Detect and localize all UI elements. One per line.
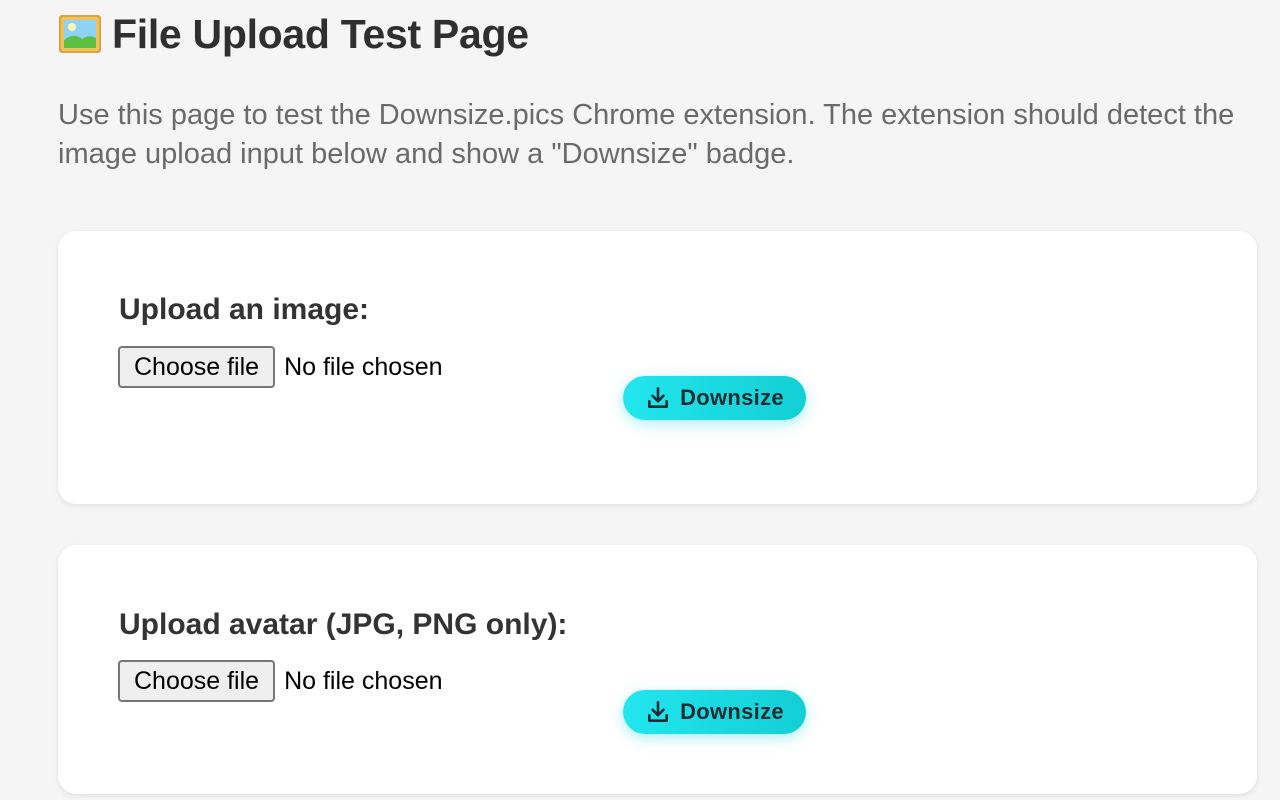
upload-card-avatar: Upload avatar (JPG, PNG only): Choose fi…: [58, 545, 1257, 794]
downsize-badge-label: Downsize: [680, 699, 784, 724]
downsize-badge[interactable]: Downsize: [623, 690, 806, 734]
file-status: No file chosen: [284, 352, 443, 381]
page-title: File Upload Test Page: [58, 8, 529, 60]
download-icon: [645, 699, 671, 725]
file-status: No file chosen: [284, 666, 443, 695]
download-icon: [645, 385, 671, 411]
page: File Upload Test Page Use this page to t…: [0, 0, 1280, 800]
intro-text: Use this page to test the Downsize.pics …: [58, 99, 1235, 170]
file-input-image[interactable]: Choose file No file chosen: [118, 346, 443, 388]
downsize-badge[interactable]: Downsize: [623, 376, 806, 420]
upload-image-label: Upload an image:: [119, 293, 370, 326]
file-input-avatar[interactable]: Choose file No file chosen: [118, 660, 443, 702]
page-title-text: File Upload Test Page: [112, 11, 529, 57]
choose-file-button[interactable]: Choose file: [118, 660, 276, 702]
downsize-badge-label: Downsize: [680, 385, 784, 410]
upload-card-image: Upload an image: Choose file No file cho…: [58, 231, 1257, 504]
upload-avatar-label: Upload avatar (JPG, PNG only):: [119, 608, 568, 641]
framed-picture-icon: [58, 12, 102, 56]
choose-file-button[interactable]: Choose file: [118, 346, 276, 388]
